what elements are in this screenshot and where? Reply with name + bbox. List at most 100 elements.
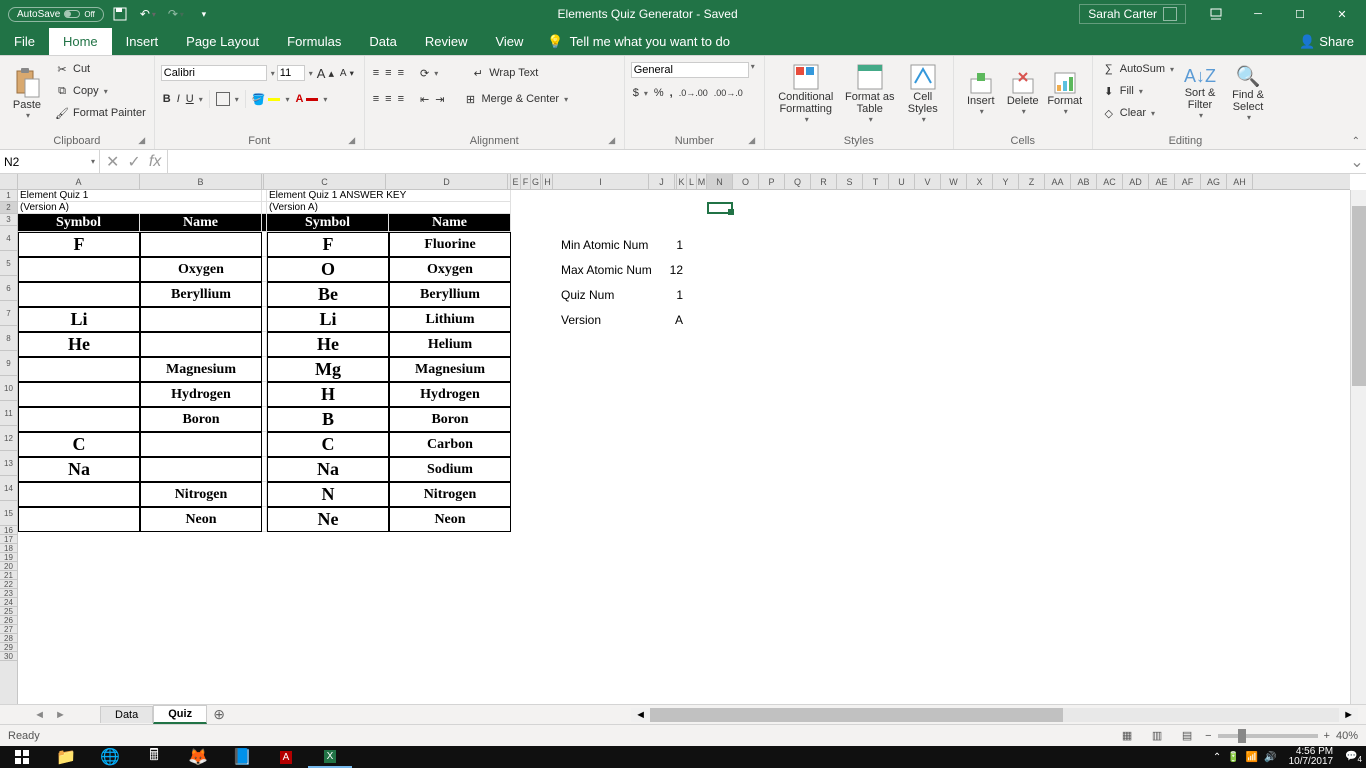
adobe-icon[interactable]: A xyxy=(264,746,308,768)
column-header[interactable]: A xyxy=(18,174,140,189)
row-header[interactable]: 7 xyxy=(0,301,17,326)
maximize-button[interactable]: ☐ xyxy=(1280,0,1320,28)
sheet-tab-data[interactable]: Data xyxy=(100,706,153,723)
column-header[interactable]: H xyxy=(543,174,553,189)
tab-formulas[interactable]: Formulas xyxy=(273,28,355,55)
increase-font-button[interactable]: A▴ xyxy=(315,62,336,84)
quiz-name-cell[interactable]: Beryllium xyxy=(140,282,262,307)
column-header[interactable]: T xyxy=(863,174,889,189)
comma-format-button[interactable]: , xyxy=(668,82,675,104)
battery-icon[interactable]: 🔋 xyxy=(1227,752,1239,763)
cut-button[interactable]: ✂Cut xyxy=(52,58,148,80)
collapse-ribbon-button[interactable]: ⌃ xyxy=(1352,136,1360,147)
tab-review[interactable]: Review xyxy=(411,28,482,55)
quiz-symbol-cell[interactable]: Na xyxy=(18,457,140,482)
answer-name-cell[interactable]: Neon xyxy=(389,507,511,532)
scroll-left-button[interactable]: ◄ xyxy=(631,709,650,721)
row-header[interactable]: 13 xyxy=(0,451,17,476)
volume-icon[interactable]: 🔊 xyxy=(1264,752,1276,763)
tab-page-layout[interactable]: Page Layout xyxy=(172,28,273,55)
system-clock[interactable]: 4:56 PM 10/7/2017 xyxy=(1283,747,1340,767)
tab-data[interactable]: Data xyxy=(355,28,410,55)
quiz-symbol-cell[interactable] xyxy=(18,407,140,432)
answer-name-cell[interactable]: Beryllium xyxy=(389,282,511,307)
font-color-button[interactable]: A▾ xyxy=(293,88,329,110)
cell-styles-button[interactable]: Cell Styles▾ xyxy=(899,58,947,128)
answer-name-cell[interactable]: Nitrogen xyxy=(389,482,511,507)
column-header[interactable]: I xyxy=(553,174,649,189)
row-header[interactable]: 9 xyxy=(0,351,17,376)
sheet-nav-next[interactable]: ► xyxy=(55,709,66,721)
answer-name-cell[interactable]: Oxygen xyxy=(389,257,511,282)
vertical-scrollbar[interactable] xyxy=(1350,190,1366,704)
increase-indent-button[interactable]: ⇥ xyxy=(433,88,446,110)
save-icon[interactable] xyxy=(108,2,132,26)
column-header[interactable]: L xyxy=(687,174,697,189)
answer-name-cell[interactable]: Hydrogen xyxy=(389,382,511,407)
align-bottom-button[interactable]: ≡ xyxy=(396,62,406,84)
row-header[interactable]: 12 xyxy=(0,426,17,451)
wifi-icon[interactable]: 📶 xyxy=(1246,752,1258,763)
insert-cells-button[interactable]: Insert▾ xyxy=(960,58,1002,128)
row-header[interactable]: 1 xyxy=(0,190,17,202)
font-launcher[interactable]: ◢ xyxy=(346,135,358,147)
scroll-right-button[interactable]: ► xyxy=(1339,709,1358,721)
row-header[interactable]: 8 xyxy=(0,326,17,351)
answer-name-cell[interactable]: Magnesium xyxy=(389,357,511,382)
format-as-table-button[interactable]: Format as Table▾ xyxy=(841,58,899,128)
tray-chevron-icon[interactable]: ⌃ xyxy=(1213,752,1221,763)
column-header[interactable]: G xyxy=(531,174,541,189)
param-value[interactable]: 12 xyxy=(657,263,683,277)
clipboard-launcher[interactable]: ◢ xyxy=(136,135,148,147)
format-painter-button[interactable]: 🖌Format Painter xyxy=(52,102,148,124)
formula-input[interactable] xyxy=(168,150,1348,173)
align-middle-button[interactable]: ≡ xyxy=(383,62,393,84)
column-header[interactable]: AD xyxy=(1123,174,1149,189)
answer-symbol-cell[interactable]: N xyxy=(267,482,389,507)
column-header[interactable]: AG xyxy=(1201,174,1227,189)
answer-symbol-cell[interactable]: Na xyxy=(267,457,389,482)
param-label[interactable]: Version xyxy=(561,313,657,327)
zoom-in-button[interactable]: + xyxy=(1324,730,1330,742)
quiz-symbol-cell[interactable]: F xyxy=(18,232,140,257)
answer-symbol-cell[interactable]: C xyxy=(267,432,389,457)
column-header[interactable]: AB xyxy=(1071,174,1097,189)
column-header[interactable]: E xyxy=(511,174,521,189)
zoom-thumb[interactable] xyxy=(1238,729,1246,743)
add-sheet-button[interactable]: ⊕ xyxy=(207,706,231,723)
fill-button[interactable]: ⬇Fill▾ xyxy=(1099,80,1176,102)
row-header[interactable]: 3 xyxy=(0,214,17,226)
row-header[interactable]: 6 xyxy=(0,276,17,301)
column-header[interactable]: P xyxy=(759,174,785,189)
zoom-slider[interactable] xyxy=(1218,734,1318,738)
increase-decimal-button[interactable]: .0→.00 xyxy=(677,82,710,104)
quiz-symbol-cell[interactable] xyxy=(18,257,140,282)
answer-name-cell[interactable]: Helium xyxy=(389,332,511,357)
sheet-nav-prev[interactable]: ◄ xyxy=(34,709,45,721)
column-header[interactable]: R xyxy=(811,174,837,189)
row-header[interactable]: 11 xyxy=(0,401,17,426)
zoom-out-button[interactable]: − xyxy=(1205,730,1211,742)
redo-button[interactable]: ↷▾ xyxy=(164,2,188,26)
align-top-button[interactable]: ≡ xyxy=(371,62,381,84)
autosum-button[interactable]: ∑AutoSum▾ xyxy=(1099,58,1176,80)
column-header[interactable]: AA xyxy=(1045,174,1071,189)
fx-icon[interactable]: fx xyxy=(149,153,161,171)
delete-cells-button[interactable]: Delete▾ xyxy=(1002,58,1044,128)
quiz-name-cell[interactable] xyxy=(140,232,262,257)
column-header[interactable]: AC xyxy=(1097,174,1123,189)
quiz-name-cell[interactable]: Oxygen xyxy=(140,257,262,282)
minimize-button[interactable]: ─ xyxy=(1238,0,1278,28)
answer-symbol-cell[interactable]: O xyxy=(267,257,389,282)
row-header[interactable]: 30 xyxy=(0,652,17,661)
spreadsheet-grid[interactable]: ABCDEFGHIJKLMNOPQRSTUVWXYZAAABACADAEAFAG… xyxy=(0,174,1366,704)
font-size-select[interactable] xyxy=(277,65,305,81)
param-label[interactable]: Quiz Num xyxy=(561,288,657,302)
excel-icon[interactable]: X xyxy=(308,746,352,768)
quiz-symbol-cell[interactable] xyxy=(18,382,140,407)
column-header[interactable]: Q xyxy=(785,174,811,189)
chevron-down-icon[interactable]: ▾ xyxy=(751,62,755,78)
underline-button[interactable]: U▾ xyxy=(184,88,205,110)
sort-filter-button[interactable]: A↓ZSort & Filter▾ xyxy=(1176,58,1224,128)
param-value[interactable]: A xyxy=(657,313,683,327)
